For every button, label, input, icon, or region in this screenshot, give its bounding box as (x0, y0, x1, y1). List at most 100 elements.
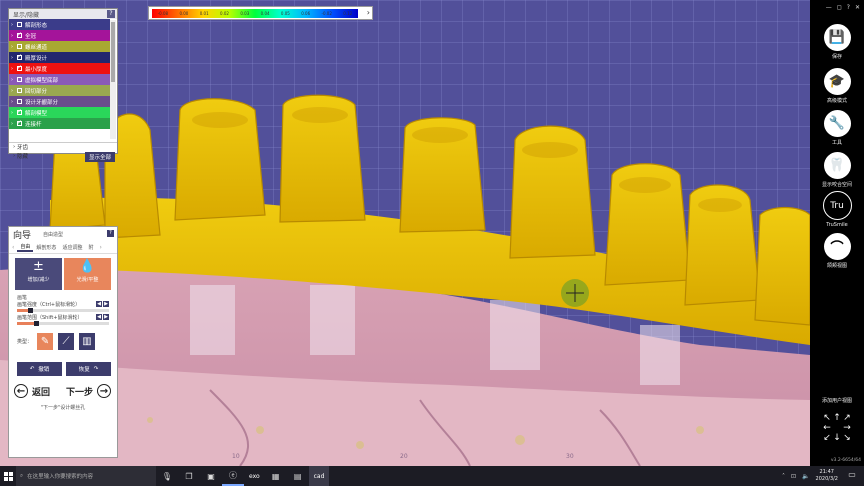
browser-icon[interactable]: ⓔ (222, 466, 244, 486)
tools-button[interactable]: 🔧 工具 (810, 110, 864, 146)
slider-track[interactable] (17, 321, 109, 326)
arrow-right-icon[interactable]: ▶ (103, 314, 109, 320)
chevron-right-icon[interactable]: › (9, 110, 15, 116)
arrow-down-left-icon[interactable]: ↙ (822, 433, 832, 443)
layer-checkbox[interactable] (17, 64, 22, 71)
chevron-right-icon[interactable]: › (9, 44, 15, 50)
layer-row[interactable]: › 设计牙龈部分 (9, 96, 110, 107)
tab-anatomy[interactable]: 解剖形态 (33, 244, 59, 251)
chevron-right-icon[interactable]: › (9, 22, 15, 28)
layer-row[interactable]: › 最小厚度 (9, 63, 110, 74)
layer-row[interactable]: › 虚拟模型底部 (9, 74, 110, 85)
layer-checkbox[interactable] (17, 31, 22, 38)
layer-checkbox[interactable] (17, 88, 22, 93)
help-icon[interactable]: ? (847, 4, 850, 11)
arrow-up-left-icon[interactable]: ↖ (822, 413, 832, 423)
chevron-right-icon[interactable]: › (9, 99, 15, 105)
taskbar-search[interactable]: ⌕ 在这里输入你要搜索的内容 (16, 466, 156, 486)
chevron-right-icon[interactable]: › (9, 121, 15, 127)
store-icon[interactable]: ▣ (200, 466, 222, 486)
brush-icon[interactable]: ✎ (37, 333, 54, 350)
smooth-tool-button[interactable]: 💧 光滑/平整 (64, 258, 111, 290)
show-all-button[interactable]: 显示全部 (84, 152, 115, 162)
layer-row[interactable]: › 全冠 (9, 30, 110, 41)
tab-attach[interactable]: 附 (85, 244, 96, 251)
slider-handle[interactable] (33, 321, 39, 326)
layer-checkbox[interactable] (17, 99, 22, 104)
chevron-right-icon[interactable]: › (9, 55, 15, 61)
add-remove-tool-button[interactable]: ± 增加/减少 (15, 258, 62, 290)
dental-model-scene[interactable]: 10 20 30 (0, 0, 810, 466)
scroll-thumb[interactable] (111, 22, 115, 82)
start-button[interactable] (0, 466, 16, 486)
chevron-left-icon[interactable]: ‹ (9, 244, 17, 251)
arrow-right-icon[interactable]: → (842, 423, 852, 433)
hide-row[interactable]: › 隐藏 显示全部 (9, 151, 117, 162)
chevron-right-icon[interactable]: › (9, 33, 15, 39)
tab-free[interactable]: 自由 (17, 243, 34, 252)
arrow-down-icon[interactable]: ↓ (832, 433, 842, 443)
occlusal-space-button[interactable]: 🦷 显示咬合空间 (810, 152, 864, 188)
volume-icon[interactable]: 🔈 (802, 473, 809, 480)
minimize-icon[interactable]: — (826, 4, 832, 11)
notification-icon[interactable]: ▭ (846, 470, 858, 482)
knife-icon[interactable]: ⟋ (58, 333, 75, 350)
layer-help-button[interactable]: ? (107, 10, 115, 18)
slider-arrows[interactable]: ◀ ▶ (96, 314, 109, 320)
slider-track[interactable] (17, 308, 109, 313)
chevron-right-icon[interactable]: › (9, 88, 15, 94)
close-icon[interactable]: ✕ (855, 4, 860, 11)
layer-row[interactable]: › 回切部分 (9, 85, 110, 96)
layer-checkbox[interactable] (17, 44, 22, 49)
folder-icon[interactable]: ▤ (287, 466, 309, 486)
arrow-down-right-icon[interactable]: ↘ (842, 433, 852, 443)
arrow-right-icon[interactable]: ▶ (103, 301, 109, 307)
layer-row[interactable]: › 解剖形态 (9, 19, 110, 30)
image-viewer-icon[interactable]: ▦ (265, 466, 287, 486)
layer-checkbox[interactable] (17, 108, 22, 115)
arrow-up-icon[interactable]: ↑ (832, 413, 842, 423)
scale-menu-icon[interactable]: › (367, 8, 370, 17)
cylinder-icon[interactable]: ▥ (79, 333, 96, 350)
3d-viewport[interactable]: 10 20 30 -0.08 0.00 0.01 0.02 0.03 0.04 0.… (0, 0, 810, 466)
task-view-icon[interactable]: ❐ (178, 466, 200, 486)
expert-mode-button[interactable]: 🎓 高级模式 (810, 68, 864, 104)
redo-button[interactable]: 恢复 ↷ (66, 362, 111, 376)
tray-chevron-icon[interactable]: ˄ (782, 473, 785, 480)
arrow-left-icon[interactable]: ◀ (96, 314, 102, 320)
save-button[interactable]: 💾 保存 (810, 24, 864, 60)
layer-row[interactable]: › 解剖模型 (9, 107, 110, 118)
undo-button[interactable]: ↶ 撤销 (17, 362, 62, 376)
chevron-right-icon[interactable]: › (96, 244, 104, 251)
layer-checkbox[interactable] (17, 119, 22, 126)
arrow-up-right-icon[interactable]: ↗ (842, 413, 852, 423)
jaw-view-button[interactable]: ⌒ 颌颊视图 (810, 233, 864, 269)
slider-handle[interactable] (28, 308, 34, 313)
maximize-icon[interactable]: ◻ (837, 4, 842, 11)
network-icon[interactable]: ⊡ (791, 473, 796, 480)
slider-arrows[interactable]: ◀ ▶ (96, 301, 109, 307)
layer-row[interactable]: › 连接杆 (9, 118, 110, 129)
clock[interactable]: 21:47 2020/3/2 (816, 469, 838, 483)
next-button[interactable]: 下一步 → (66, 384, 111, 398)
arrow-left-icon[interactable]: ← (822, 423, 832, 433)
taskbar-app-exo[interactable]: exo (244, 466, 265, 486)
tab-adapt[interactable]: 适应调整 (59, 244, 85, 251)
trusmile-button[interactable]: Tru TruSmile (810, 191, 864, 228)
layer-checkbox[interactable] (17, 77, 22, 82)
brush-strength-slider[interactable]: 画笔强度（Ctrl+鼠标滑轮） ◀ ▶ (17, 301, 109, 314)
wizard-help-button[interactable]: ? (107, 230, 114, 237)
layer-row[interactable]: › 殿厚设计 (9, 52, 110, 63)
microphone-icon[interactable]: 🎙 (156, 466, 178, 486)
arrow-left-icon[interactable]: ◀ (96, 301, 102, 307)
layer-checkbox[interactable] (17, 53, 22, 60)
chevron-right-icon[interactable]: › (9, 77, 15, 83)
back-button[interactable]: ← 返回 (14, 384, 50, 398)
brush-range-slider[interactable]: 画笔范围（Shift+鼠标滑轮） ◀ ▶ (17, 314, 109, 327)
layer-checkbox[interactable] (17, 22, 22, 27)
layer-group-row[interactable]: › 牙齿 (9, 142, 117, 151)
chevron-right-icon[interactable]: › (9, 66, 15, 72)
layer-scrollbar[interactable] (110, 20, 116, 139)
taskbar-app-cad[interactable]: cad (308, 466, 330, 486)
layer-row[interactable]: › 螺丝通道 (9, 41, 110, 52)
